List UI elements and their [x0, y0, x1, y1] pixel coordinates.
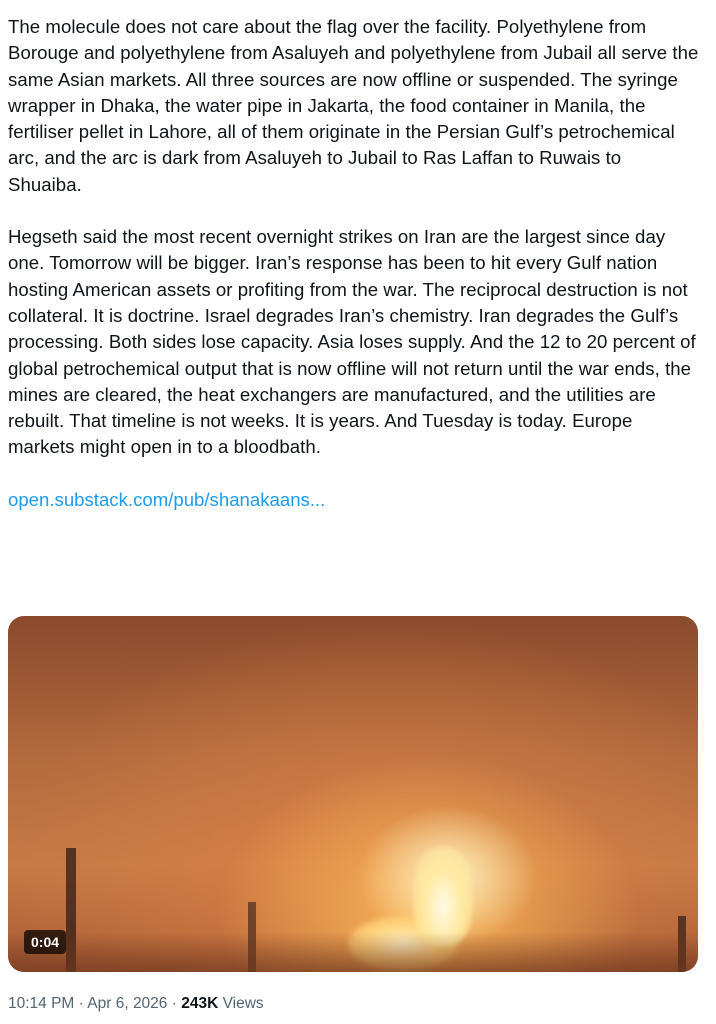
views-count: 243K	[181, 995, 219, 1012]
views-label: Views	[218, 995, 264, 1012]
tweet-meta: 10:14 PM · Apr 6, 2026 · 243K Views	[8, 994, 264, 1014]
tweet-text-paragraph-2: Hegseth said the most recent overnight s…	[8, 226, 696, 458]
meta-separator: ·	[74, 995, 88, 1012]
substack-link[interactable]: open.substack.com/pub/shanakaans...	[8, 489, 325, 510]
video-duration-badge: 0:04	[24, 930, 67, 954]
video-frame-fire	[413, 846, 473, 946]
video-player[interactable]	[8, 616, 698, 972]
tweet-link-line: open.substack.com/pub/shanakaans...	[8, 487, 700, 513]
video-frame-ground	[8, 932, 698, 972]
tweet-time[interactable]: 10:14 PM	[8, 995, 74, 1012]
meta-separator: ·	[167, 995, 182, 1012]
tweet-date[interactable]: Apr 6, 2026	[87, 995, 167, 1012]
tweet-text-paragraph-1: The molecule does not care about the fla…	[8, 16, 699, 195]
tweet-body: The molecule does not care about the fla…	[8, 0, 700, 513]
